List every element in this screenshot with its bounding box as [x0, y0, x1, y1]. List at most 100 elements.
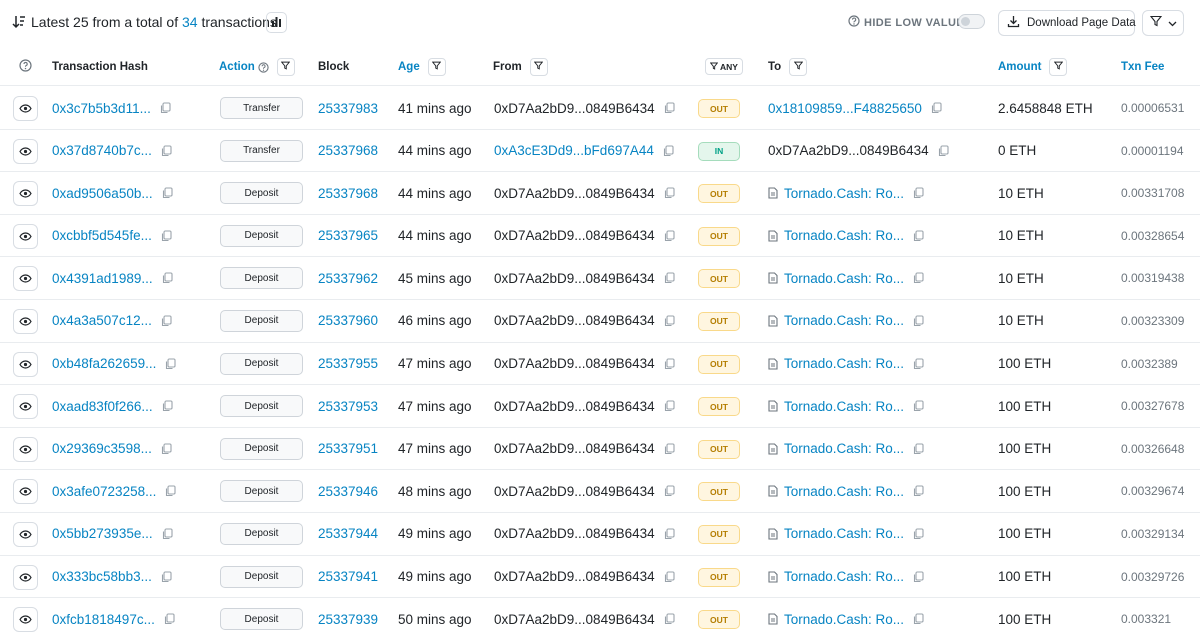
hide-low-value-toggle[interactable]	[958, 14, 985, 29]
filter-dropdown-button[interactable]	[1142, 10, 1184, 36]
block-link[interactable]: 25337944	[318, 526, 378, 541]
copy-icon[interactable]	[162, 528, 173, 540]
copy-icon[interactable]	[165, 485, 176, 497]
block-link[interactable]: 25337946	[318, 484, 378, 499]
to-address[interactable]: Tornado.Cash: Ro...	[784, 441, 904, 456]
copy-icon[interactable]	[664, 443, 675, 455]
block-link[interactable]: 25337983	[318, 101, 378, 116]
preview-eye-button[interactable]	[13, 521, 38, 547]
to-filter-button[interactable]	[789, 58, 808, 76]
preview-eye-button[interactable]	[13, 607, 38, 633]
copy-icon[interactable]	[913, 272, 924, 284]
transaction-hash-link[interactable]: 0xfcb1818497c...	[52, 612, 155, 627]
copy-icon[interactable]	[913, 187, 924, 199]
preview-eye-button[interactable]	[13, 351, 38, 377]
direction-filter-button[interactable]: ANY	[705, 58, 743, 75]
block-link[interactable]: 25337941	[318, 569, 378, 584]
copy-icon[interactable]	[664, 400, 675, 412]
transaction-hash-link[interactable]: 0xcbbf5d545fe...	[52, 228, 152, 243]
copy-icon[interactable]	[938, 145, 949, 157]
copy-icon[interactable]	[913, 400, 924, 412]
copy-icon[interactable]	[664, 528, 675, 540]
copy-icon[interactable]	[165, 358, 176, 370]
copy-icon[interactable]	[931, 102, 942, 114]
transaction-hash-link[interactable]: 0x4391ad1989...	[52, 271, 153, 286]
block-link[interactable]: 25337939	[318, 612, 378, 627]
copy-icon[interactable]	[664, 613, 675, 625]
download-page-data-button[interactable]: Download Page Data	[998, 10, 1136, 36]
amount-filter-button[interactable]	[1049, 58, 1068, 76]
copy-icon[interactable]	[664, 485, 675, 497]
transaction-hash-link[interactable]: 0x4a3a507c12...	[52, 313, 152, 328]
copy-icon[interactable]	[162, 187, 173, 199]
preview-eye-button[interactable]	[13, 436, 38, 462]
copy-icon[interactable]	[664, 187, 675, 199]
copy-icon[interactable]	[161, 145, 172, 157]
to-address[interactable]: Tornado.Cash: Ro...	[784, 271, 904, 286]
preview-eye-button[interactable]	[13, 266, 38, 292]
copy-icon[interactable]	[913, 485, 924, 497]
block-link[interactable]: 25337968	[318, 143, 378, 158]
copy-icon[interactable]	[913, 613, 924, 625]
to-address[interactable]: 0x18109859...F48825650	[768, 101, 922, 116]
block-link[interactable]: 25337960	[318, 313, 378, 328]
copy-icon[interactable]	[161, 230, 172, 242]
copy-icon[interactable]	[913, 528, 924, 540]
copy-icon[interactable]	[162, 272, 173, 284]
copy-icon[interactable]	[664, 570, 675, 583]
copy-icon[interactable]	[664, 272, 675, 284]
to-address[interactable]: Tornado.Cash: Ro...	[784, 484, 904, 499]
transaction-hash-link[interactable]: 0xad9506a50b...	[52, 186, 153, 201]
transaction-hash-link[interactable]: 0xaad83f0f266...	[52, 399, 153, 414]
preview-eye-button[interactable]	[13, 181, 38, 207]
column-header-amount[interactable]: Amount	[998, 48, 1068, 86]
copy-icon[interactable]	[161, 443, 172, 455]
transaction-hash-link[interactable]: 0x29369c3598...	[52, 441, 152, 456]
transaction-hash-link[interactable]: 0x3afe0723258...	[52, 484, 156, 499]
from-filter-button[interactable]	[529, 58, 548, 76]
copy-icon[interactable]	[161, 315, 172, 327]
copy-icon[interactable]	[164, 613, 175, 625]
total-count-link[interactable]: 34	[182, 14, 198, 30]
preview-eye-button[interactable]	[13, 394, 38, 420]
to-address[interactable]: Tornado.Cash: Ro...	[784, 186, 904, 201]
copy-icon[interactable]	[664, 315, 675, 327]
block-link[interactable]: 25337968	[318, 186, 378, 201]
to-address[interactable]: Tornado.Cash: Ro...	[784, 399, 904, 414]
transaction-hash-link[interactable]: 0x37d8740b7c...	[52, 143, 152, 158]
copy-icon[interactable]	[663, 145, 674, 157]
copy-icon[interactable]	[913, 570, 924, 583]
age-filter-button[interactable]	[427, 58, 446, 76]
analytics-button[interactable]	[266, 12, 287, 33]
preview-eye-button[interactable]	[13, 138, 38, 164]
preview-eye-button[interactable]	[13, 564, 38, 590]
column-header-age[interactable]: Age	[398, 48, 446, 86]
from-address[interactable]: 0xA3cE3Dd9...bFd697A44	[494, 143, 654, 158]
transaction-hash-link[interactable]: 0xb48fa262659...	[52, 356, 156, 371]
transaction-hash-link[interactable]: 0x3c7b5b3d11...	[52, 101, 151, 116]
preview-eye-button[interactable]	[13, 479, 38, 505]
column-header-action[interactable]: Action	[219, 48, 295, 86]
to-address[interactable]: Tornado.Cash: Ro...	[784, 228, 904, 243]
preview-eye-button[interactable]	[13, 308, 38, 334]
copy-icon[interactable]	[161, 570, 172, 583]
to-address[interactable]: Tornado.Cash: Ro...	[784, 612, 904, 627]
copy-icon[interactable]	[664, 358, 675, 370]
info-column-header[interactable]	[19, 48, 32, 86]
copy-icon[interactable]	[913, 443, 924, 455]
copy-icon[interactable]	[913, 230, 924, 242]
copy-icon[interactable]	[913, 358, 924, 370]
copy-icon[interactable]	[664, 230, 675, 242]
block-link[interactable]: 25337955	[318, 356, 378, 371]
copy-icon[interactable]	[160, 102, 171, 114]
transaction-hash-link[interactable]: 0x5bb273935e...	[52, 526, 153, 541]
to-address[interactable]: Tornado.Cash: Ro...	[784, 356, 904, 371]
copy-icon[interactable]	[162, 400, 173, 412]
action-filter-button[interactable]	[276, 58, 295, 76]
help-circle-icon[interactable]	[848, 15, 860, 30]
preview-eye-button[interactable]	[13, 96, 38, 121]
to-address[interactable]: Tornado.Cash: Ro...	[784, 313, 904, 328]
to-address[interactable]: Tornado.Cash: Ro...	[784, 569, 904, 584]
block-link[interactable]: 25337953	[318, 399, 378, 414]
block-link[interactable]: 25337962	[318, 271, 378, 286]
